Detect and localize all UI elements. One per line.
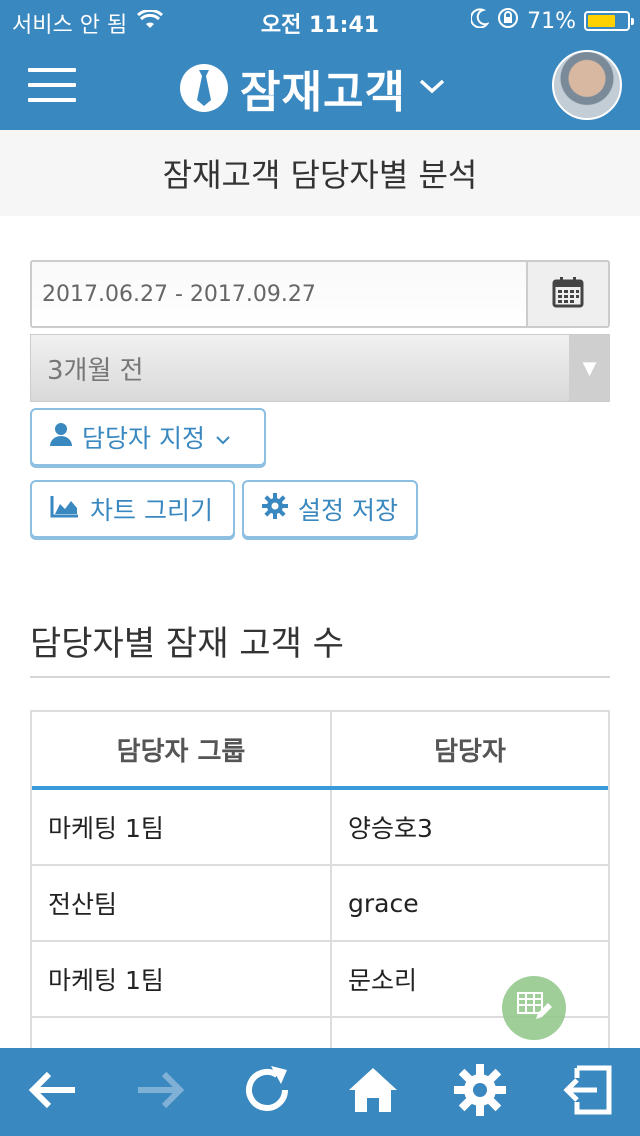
avatar[interactable]: [552, 50, 622, 120]
status-bar: 서비스 안 됨 오전 11:41 71%: [0, 0, 640, 40]
gear-icon: [453, 1064, 506, 1120]
save-settings-button[interactable]: 설정 저장: [242, 480, 418, 538]
title-dropdown[interactable]: 잠재고객: [180, 56, 446, 120]
section-divider: [30, 676, 610, 678]
subheader: 잠재고객 담당자별 분석: [0, 130, 640, 216]
home-icon: [347, 1066, 399, 1118]
table-cell-manager: grace: [348, 888, 419, 918]
calendar-button[interactable]: [526, 262, 608, 326]
refresh-icon: [241, 1064, 293, 1120]
period-select[interactable]: 3개월 전 ▼: [30, 334, 610, 402]
settings-button[interactable]: [450, 1062, 510, 1122]
app-header: 잠재고객: [0, 40, 640, 130]
gear-icon: [262, 493, 288, 525]
table-header: 담당자 그룹 담당자: [32, 712, 608, 790]
chevron-down-icon: [418, 76, 446, 100]
tie-icon: [180, 64, 228, 112]
moon-icon: [470, 8, 490, 34]
select-arrow-icon: ▼: [569, 335, 609, 401]
table-row[interactable]: 마케팅 1팀 양승호3: [32, 790, 608, 866]
chevron-down-icon: [215, 423, 231, 452]
battery-icon: [584, 11, 634, 31]
save-settings-label: 설정 저장: [298, 496, 398, 525]
user-icon: [50, 422, 72, 452]
home-button[interactable]: [343, 1062, 403, 1122]
page-title: 잠재고객: [240, 67, 406, 118]
assign-manager-label: 담당자 지정: [82, 424, 205, 453]
draw-chart-label: 차트 그리기: [90, 496, 213, 525]
status-right: 71%: [470, 7, 634, 35]
forward-button[interactable]: [130, 1062, 190, 1122]
battery-percent: 71%: [527, 8, 576, 34]
column-header-group[interactable]: 담당자 그룹: [32, 712, 332, 786]
refresh-button[interactable]: [237, 1062, 297, 1122]
period-select-value: 3개월 전: [47, 355, 144, 386]
table-row[interactable]: 전산팀 grace: [32, 866, 608, 942]
back-button[interactable]: [23, 1062, 83, 1122]
assign-manager-button[interactable]: 담당자 지정: [30, 408, 266, 466]
rotation-lock-icon: [497, 7, 519, 35]
arrow-left-icon: [27, 1068, 79, 1116]
area-chart-icon: [50, 494, 80, 524]
table-cell-group: 마케팅 1팀: [32, 942, 332, 1016]
edit-table-button[interactable]: [502, 976, 566, 1040]
logout-button[interactable]: [557, 1062, 617, 1122]
bottom-toolbar: [0, 1048, 640, 1136]
date-range-input[interactable]: [32, 262, 526, 326]
subheader-title: 잠재고객 담당자별 분석: [162, 156, 478, 194]
table-cell-group: 전산팀: [32, 866, 332, 940]
table-cell-group: 마케팅 1팀: [32, 790, 332, 864]
calendar-icon: [552, 276, 584, 312]
logout-icon: [561, 1064, 613, 1120]
table-cell-manager: 양승호3: [348, 814, 433, 843]
date-range-field: [30, 260, 610, 328]
menu-icon[interactable]: [28, 68, 76, 102]
draw-chart-button[interactable]: 차트 그리기: [30, 480, 235, 538]
table-edit-icon: [516, 989, 552, 1027]
table-cell-manager: 문소리: [348, 966, 418, 995]
section-title: 담당자별 잠재 고객 수: [30, 624, 344, 664]
arrow-right-icon: [134, 1068, 186, 1116]
column-header-manager[interactable]: 담당자: [332, 712, 608, 786]
